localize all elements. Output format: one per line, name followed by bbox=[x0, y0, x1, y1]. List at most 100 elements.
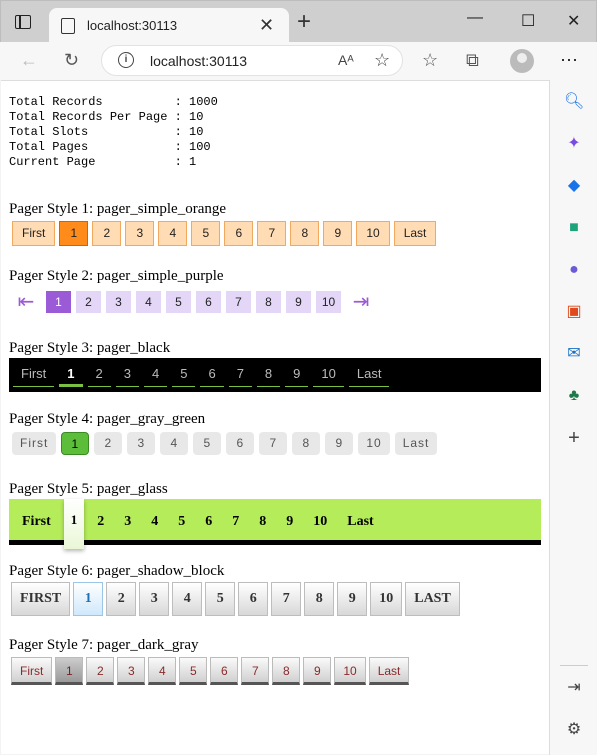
page-button[interactable]: 2 bbox=[90, 501, 111, 547]
page-button[interactable]: 4 bbox=[160, 432, 189, 455]
page-button[interactable]: 3 bbox=[117, 501, 138, 547]
last-button[interactable]: Last bbox=[393, 221, 437, 246]
add-favorite-icon[interactable]: ☆ bbox=[374, 50, 390, 71]
first-button[interactable]: First bbox=[12, 221, 56, 246]
window-menu-icon[interactable] bbox=[15, 15, 31, 29]
page-button[interactable]: 7 bbox=[271, 582, 302, 616]
page-button[interactable]: 3 bbox=[117, 657, 146, 685]
page-button[interactable]: 4 bbox=[158, 221, 188, 246]
page-button[interactable]: 10 bbox=[334, 657, 366, 685]
hide-sidebar-icon[interactable]: ⇥ bbox=[564, 678, 584, 698]
more-icon[interactable]: ⋯ bbox=[560, 50, 578, 70]
page-button[interactable]: 5 bbox=[193, 432, 222, 455]
page-button[interactable]: 9 bbox=[323, 221, 353, 246]
last-button[interactable]: Last bbox=[340, 501, 380, 547]
page-button[interactable]: 9 bbox=[303, 657, 332, 685]
page-button[interactable]: 5 bbox=[205, 582, 236, 616]
page-button[interactable]: 9 bbox=[279, 501, 300, 547]
minimize-icon[interactable]: — bbox=[467, 9, 483, 27]
page-button[interactable]: 8 bbox=[256, 361, 281, 387]
address-url[interactable]: localhost:30113 bbox=[150, 53, 247, 69]
page-button[interactable]: 2 bbox=[86, 657, 115, 685]
page-button[interactable]: 10 bbox=[370, 582, 403, 616]
page-button[interactable]: 6 bbox=[226, 432, 255, 455]
page-button[interactable]: 3 bbox=[106, 291, 131, 313]
add-icon[interactable]: + bbox=[564, 428, 584, 448]
page-button[interactable]: 1 bbox=[46, 291, 71, 313]
tools-icon[interactable]: ■ bbox=[564, 218, 584, 238]
page-button[interactable]: 10 bbox=[356, 221, 390, 246]
last-button[interactable]: Last bbox=[368, 657, 410, 685]
page-button[interactable]: 3 bbox=[139, 582, 170, 616]
read-aloud-icon[interactable]: Aᴬ bbox=[338, 52, 354, 68]
page-button[interactable]: 5 bbox=[191, 221, 221, 246]
page-button[interactable]: 8 bbox=[292, 432, 321, 455]
new-tab-icon[interactable]: + bbox=[297, 10, 311, 34]
shopping-icon[interactable]: ◆ bbox=[564, 176, 584, 196]
page-button[interactable]: 6 bbox=[200, 361, 224, 387]
page-button[interactable]: 8 bbox=[304, 582, 335, 616]
first-button[interactable]: First bbox=[12, 432, 57, 455]
info-icon[interactable]: i bbox=[118, 52, 134, 68]
page-button[interactable]: 1 bbox=[63, 499, 85, 549]
last-button[interactable]: Last bbox=[348, 361, 390, 387]
favorites-icon[interactable]: ☆ bbox=[422, 50, 438, 70]
first-button[interactable]: FIRST bbox=[11, 582, 71, 616]
page-button[interactable]: 5 bbox=[171, 501, 192, 547]
page-button[interactable]: 7 bbox=[241, 657, 270, 685]
page-button[interactable]: 10 bbox=[313, 361, 344, 387]
first-arrow-icon[interactable]: ⇤ bbox=[11, 291, 41, 313]
last-button[interactable]: LAST bbox=[405, 582, 460, 616]
page-button[interactable]: 9 bbox=[285, 361, 309, 387]
games-icon[interactable]: ● bbox=[564, 260, 584, 280]
page-button[interactable]: 6 bbox=[198, 501, 219, 547]
page-button[interactable]: 2 bbox=[92, 221, 122, 246]
page-button[interactable]: 9 bbox=[337, 582, 368, 616]
page-button[interactable]: 8 bbox=[290, 221, 320, 246]
office-icon[interactable]: ▣ bbox=[564, 302, 584, 322]
avatar[interactable] bbox=[510, 49, 534, 73]
page-button[interactable]: 2 bbox=[94, 432, 123, 455]
search-icon[interactable]: 🔍︎ bbox=[564, 92, 584, 112]
page-button[interactable]: 1 bbox=[55, 657, 84, 685]
page-button[interactable]: 4 bbox=[136, 291, 161, 313]
page-button[interactable]: 1 bbox=[59, 221, 89, 246]
page-button[interactable]: 1 bbox=[61, 432, 90, 455]
page-button[interactable]: 3 bbox=[125, 221, 155, 246]
page-button[interactable]: 8 bbox=[272, 657, 301, 685]
page-button[interactable]: 3 bbox=[127, 432, 156, 455]
collections-icon[interactable]: ⧉ bbox=[466, 50, 479, 70]
page-button[interactable]: 6 bbox=[196, 291, 221, 313]
last-arrow-icon[interactable]: ⇥ bbox=[346, 291, 376, 313]
page-button[interactable]: 3 bbox=[115, 361, 139, 387]
page-button[interactable]: 6 bbox=[238, 582, 269, 616]
page-button[interactable]: 10 bbox=[358, 432, 390, 455]
page-button[interactable]: 7 bbox=[225, 501, 246, 547]
page-button[interactable]: 8 bbox=[256, 291, 281, 313]
page-button[interactable]: 4 bbox=[144, 501, 165, 547]
page-button[interactable]: 1 bbox=[59, 361, 83, 387]
page-button[interactable]: 7 bbox=[259, 432, 288, 455]
close-tab-icon[interactable]: ✕ bbox=[259, 14, 274, 36]
page-button[interactable]: 9 bbox=[325, 432, 354, 455]
page-button[interactable]: 10 bbox=[306, 501, 334, 547]
close-window-icon[interactable]: ✕ bbox=[567, 11, 580, 31]
page-button[interactable]: 7 bbox=[228, 361, 252, 387]
maximize-icon[interactable]: ☐ bbox=[521, 11, 535, 31]
page-button[interactable]: 4 bbox=[143, 361, 168, 387]
page-button[interactable]: 2 bbox=[76, 291, 101, 313]
page-button[interactable]: 8 bbox=[252, 501, 273, 547]
page-button[interactable]: 6 bbox=[210, 657, 239, 685]
page-button[interactable]: 4 bbox=[148, 657, 177, 685]
page-button[interactable]: 5 bbox=[172, 361, 196, 387]
page-button[interactable]: 2 bbox=[87, 361, 111, 387]
last-button[interactable]: Last bbox=[394, 432, 438, 455]
page-button[interactable]: 9 bbox=[286, 291, 311, 313]
first-button[interactable]: First bbox=[13, 361, 55, 387]
refresh-icon[interactable]: ↻ bbox=[64, 50, 79, 70]
back-icon[interactable]: ← bbox=[20, 50, 38, 70]
page-button[interactable]: 2 bbox=[106, 582, 137, 616]
page-button[interactable]: 1 bbox=[73, 582, 104, 616]
page-button[interactable]: 10 bbox=[316, 291, 341, 313]
page-button[interactable]: 7 bbox=[226, 291, 251, 313]
